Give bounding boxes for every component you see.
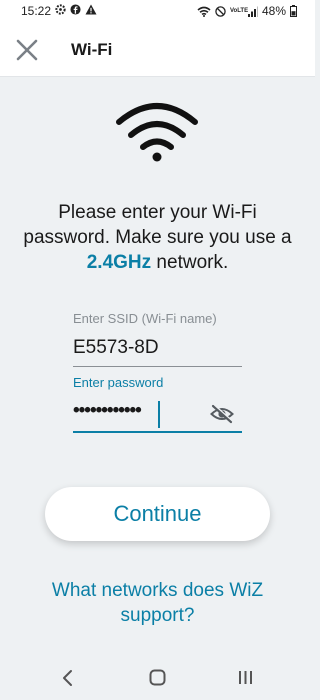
- status-right: VoLTE 48%: [197, 4, 297, 18]
- ssid-input[interactable]: E5573-8D: [73, 337, 242, 359]
- wifi-icon: [116, 103, 198, 162]
- home-icon[interactable]: [149, 669, 166, 686]
- status-time: 15:22: [21, 4, 52, 18]
- volte-indicator: VoLTE: [229, 8, 249, 14]
- text-caret: [158, 401, 160, 428]
- facebook-icon: [70, 4, 81, 15]
- status-left-icons: [55, 4, 97, 15]
- password-label: Enter password: [73, 375, 164, 390]
- ssid-underline: [73, 366, 242, 367]
- continue-button[interactable]: Continue: [45, 487, 270, 541]
- settings-gear-icon: [55, 4, 66, 15]
- supported-networks-link[interactable]: What networks does WiZ support?: [20, 578, 295, 628]
- eye-off-icon[interactable]: [210, 404, 234, 424]
- password-input[interactable]: ••••••••••••: [73, 400, 142, 422]
- frequency-highlight: 2.4GHz: [86, 252, 152, 273]
- password-underline: [73, 431, 242, 433]
- page-title: Wi-Fi: [71, 40, 113, 59]
- ssid-label: Enter SSID (Wi-Fi name): [73, 311, 217, 326]
- instruction-message: Please enter your Wi-Fi password. Make s…: [20, 200, 295, 275]
- signal-icon: [247, 6, 258, 17]
- message-text: Please enter your Wi-Fi password. Make s…: [23, 202, 292, 248]
- app-header: Wi-Fi: [0, 22, 315, 77]
- close-icon[interactable]: [14, 37, 40, 63]
- back-icon[interactable]: [60, 669, 76, 687]
- message-text-end: network.: [151, 252, 229, 273]
- battery-percent: 48%: [261, 4, 286, 18]
- navigation-bar: [0, 655, 315, 700]
- wifi-icon: [197, 6, 211, 17]
- recents-icon[interactable]: [237, 669, 254, 686]
- warning-icon: [85, 4, 97, 15]
- battery-icon: [290, 5, 297, 17]
- do-not-disturb-icon: [215, 5, 226, 17]
- status-bar: 15:22 VoLTE 48%: [0, 0, 315, 22]
